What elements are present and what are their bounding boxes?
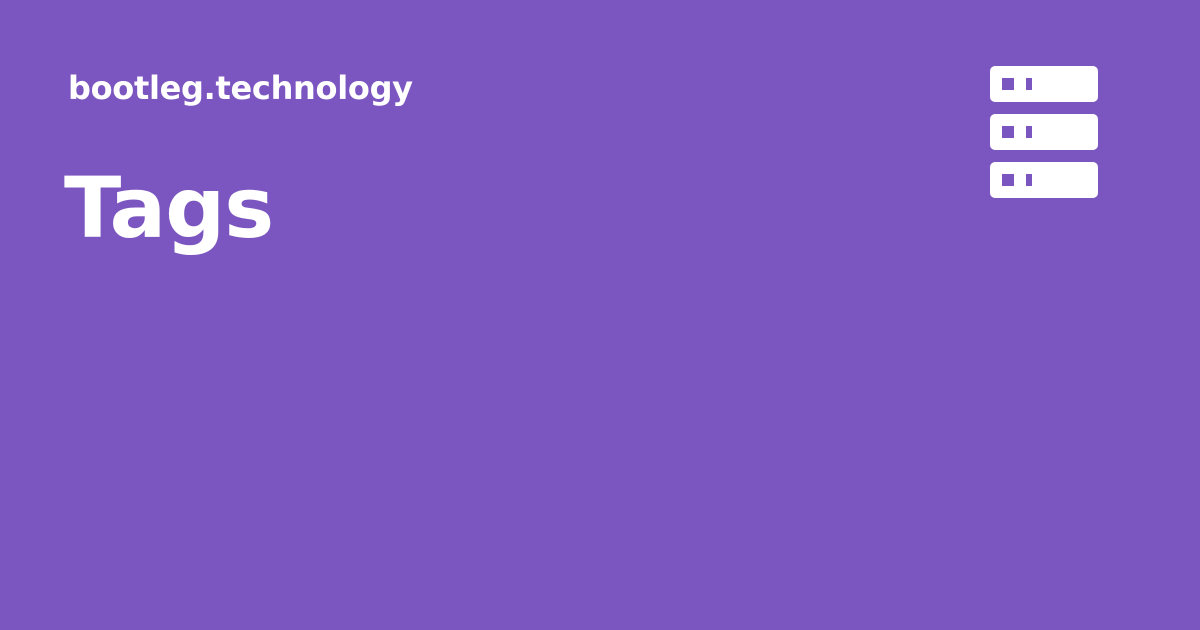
server-stack-icon bbox=[990, 66, 1098, 198]
server-unit bbox=[990, 162, 1098, 198]
site-name: bootleg.technology bbox=[68, 69, 413, 107]
page-title: Tags bbox=[64, 159, 274, 257]
social-card: bootleg.technology Tags bbox=[0, 0, 1200, 630]
server-unit bbox=[990, 66, 1098, 102]
server-unit bbox=[990, 114, 1098, 150]
